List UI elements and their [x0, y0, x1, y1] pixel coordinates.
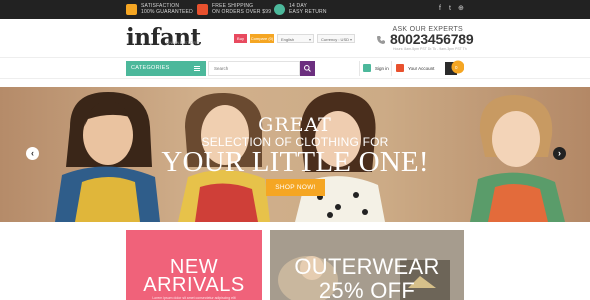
refresh-icon — [274, 3, 285, 15]
promo-shipping: FREE SHIPPING ON ORDERS OVER $99 — [197, 3, 271, 15]
menu-icon — [194, 66, 200, 71]
divider — [391, 61, 392, 76]
language-select[interactable]: English ▾ — [277, 34, 314, 43]
truck-icon — [197, 3, 208, 15]
promo-line: ON ORDERS OVER $99 — [212, 9, 272, 15]
chevron-down-icon: ▾ — [349, 37, 352, 42]
sign-in-label: Sign in — [375, 65, 389, 71]
promo-line: EASY RETURN — [289, 9, 327, 15]
chevron-left-icon: ‹ — [31, 148, 34, 158]
outerwear-line1: OUTERWEAR — [294, 254, 440, 279]
hero-headline: GREAT — [258, 114, 332, 136]
promo-return: 14 DAY EASY RETURN — [274, 3, 327, 15]
sign-in-link[interactable]: Sign in — [363, 64, 389, 72]
nav-bar: CATEGORIES Sign in Your Account 0 — [0, 57, 590, 79]
logo[interactable]: infant — [126, 25, 201, 51]
top-bar: SATISFACTION 100% GUARANTEED FREE SHIPPIN… — [0, 0, 590, 19]
promo-line: 100% GUARANTEED — [141, 9, 193, 15]
cart-count: 0 — [455, 65, 458, 70]
facebook-icon[interactable]: f — [439, 5, 441, 13]
divider — [359, 61, 360, 76]
rss-icon[interactable]: ⊕ — [458, 5, 464, 13]
thumbs-up-icon — [126, 3, 137, 15]
compare-button[interactable]: Compare (0) — [250, 34, 274, 43]
language-value: English — [281, 37, 295, 42]
your-account-label: Your Account — [408, 65, 435, 71]
new-arrivals-banner[interactable]: NEW ARRIVALS Lorem ipsum dolor sit amet … — [126, 230, 262, 300]
currency-value: Currency : USD — [321, 37, 350, 42]
search-button[interactable] — [300, 61, 315, 76]
business-hours: Hours: 8am-5pm PST Dr.Tk - 9am-3pm PST T… — [393, 47, 467, 51]
phone-number[interactable]: 80023456789 — [390, 32, 474, 47]
search-input[interactable] — [208, 61, 300, 76]
your-account-link[interactable]: Your Account — [396, 64, 434, 72]
twitter-icon[interactable]: t — [449, 5, 451, 13]
lock-icon — [363, 64, 371, 72]
outerwear-line2: 25% OFF — [318, 278, 416, 300]
header: infant ONLINE STORE Buy Compare (0) Engl… — [0, 19, 590, 57]
outerwear-banner[interactable]: OUTERWEAR 25% OFF — [270, 230, 464, 300]
categories-label: CATEGORIES — [131, 65, 170, 71]
phone-icon — [377, 36, 385, 44]
chevron-right-icon: › — [558, 148, 561, 158]
new-arrivals-line2: ARRIVALS — [143, 274, 245, 296]
chevron-down-icon: ▾ — [308, 37, 311, 42]
hero-title: YOUR LITTLE ONE! — [161, 146, 429, 178]
categories-button[interactable]: CATEGORIES — [126, 61, 206, 76]
next-slide-button[interactable]: › — [553, 147, 566, 160]
search-icon — [304, 65, 311, 72]
promo-satisfaction: SATISFACTION 100% GUARANTEED — [126, 3, 193, 15]
logo-tagline: ONLINE STORE — [166, 40, 200, 45]
currency-select[interactable]: Currency : USD ▾ — [317, 34, 355, 43]
new-arrivals-subtext: Lorem ipsum dolor sit amet consectetur a… — [152, 296, 236, 300]
prev-slide-button[interactable]: ‹ — [26, 147, 39, 160]
shop-now-button[interactable]: SHOP NOW! — [266, 179, 325, 196]
buy-button[interactable]: Buy — [234, 34, 247, 43]
user-icon — [396, 64, 404, 72]
